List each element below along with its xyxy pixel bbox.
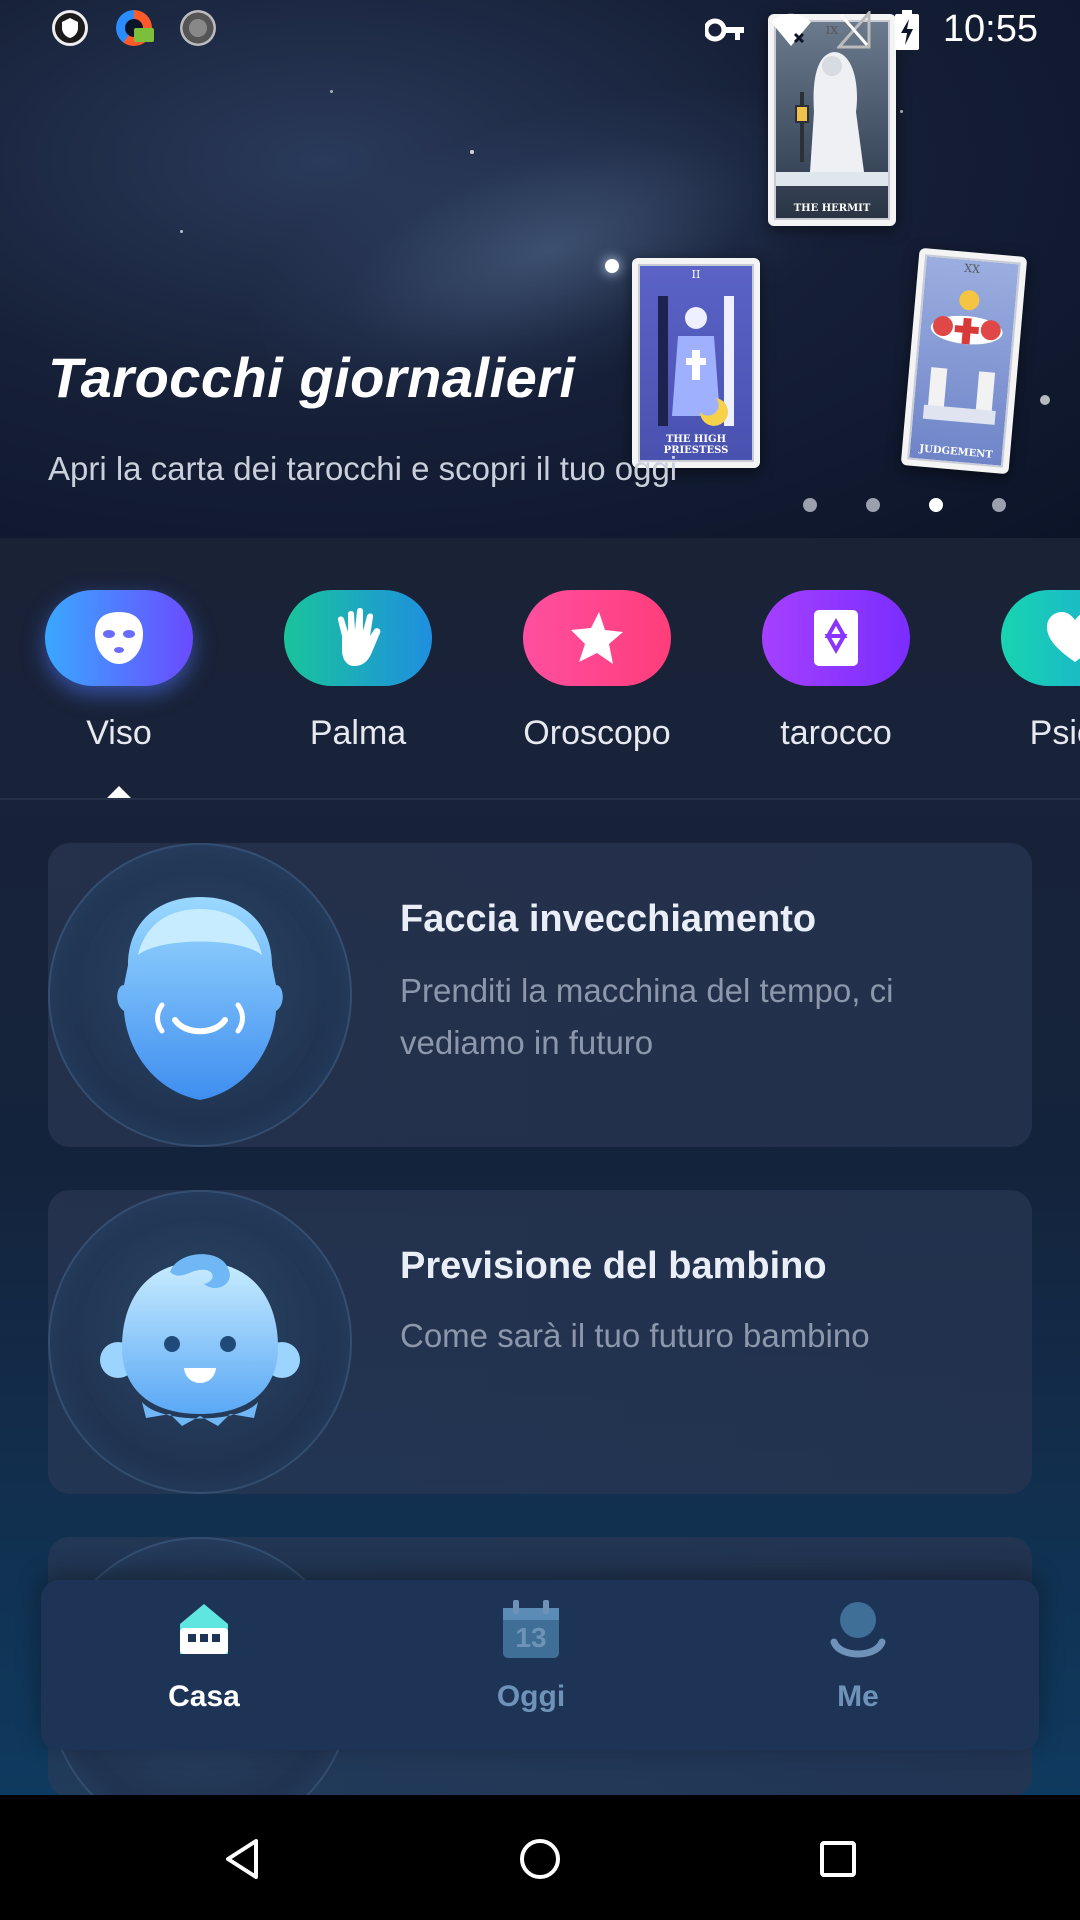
face-mask-icon bbox=[95, 612, 143, 664]
category-tarocco[interactable]: tarocco bbox=[761, 590, 911, 753]
category-psicol[interactable]: Psicol bbox=[1000, 590, 1080, 753]
star-decoration bbox=[900, 110, 903, 113]
hand-icon bbox=[337, 608, 381, 666]
category-palma[interactable]: Palma bbox=[283, 590, 433, 753]
nav-label: Me bbox=[837, 1680, 879, 1713]
category-label: Palma bbox=[309, 714, 407, 752]
banner-title: Tarocchi giornalieri bbox=[48, 346, 576, 409]
feature-baby-avatar bbox=[48, 1190, 352, 1494]
feature-description: Come sarà il tuo futuro bambino bbox=[400, 1317, 870, 1354]
back-icon[interactable] bbox=[218, 1835, 266, 1883]
app-screen: IX THE HERMIT II THE HIGH PRIESTESS XX J… bbox=[0, 0, 1080, 1795]
app-notification-icon bbox=[116, 10, 154, 46]
wifi-off-icon bbox=[770, 13, 811, 46]
home-icon bbox=[180, 1604, 228, 1654]
tarot-banner[interactable]: IX THE HERMIT II THE HIGH PRIESTESS XX J… bbox=[0, 0, 1080, 538]
recents-icon[interactable] bbox=[814, 1835, 862, 1883]
feature-description: Prenditi la macchina del tempo, ci vedia… bbox=[400, 972, 894, 1061]
shield-icon bbox=[52, 10, 88, 46]
star-icon bbox=[571, 612, 623, 664]
card-name: THE HERMIT bbox=[793, 203, 871, 214]
battery-charging-icon bbox=[894, 9, 919, 50]
pager-dot[interactable] bbox=[803, 498, 817, 512]
status-bar: 10:55 bbox=[0, 0, 1080, 64]
loading-icon bbox=[180, 10, 216, 46]
category-viso-pill[interactable] bbox=[45, 590, 193, 686]
nav-oggi[interactable]: 13 Oggi bbox=[431, 1598, 631, 1714]
tarot-card-icon bbox=[814, 610, 858, 666]
pager-dot[interactable] bbox=[866, 498, 880, 512]
star-decoration bbox=[330, 90, 333, 93]
priestess-figure-icon bbox=[658, 296, 734, 426]
category-oroscopo-pill[interactable] bbox=[523, 590, 671, 686]
bottom-navigation: Casa 13 Oggi Me bbox=[41, 1580, 1039, 1750]
category-label: Viso bbox=[86, 714, 152, 752]
category-label: tarocco bbox=[780, 714, 892, 752]
feature-aging-avatar bbox=[48, 843, 352, 1147]
pager-dot-active[interactable] bbox=[929, 498, 943, 512]
tarot-card-high-priestess: II THE HIGH PRIESTESS bbox=[632, 258, 760, 468]
nav-label: Casa bbox=[168, 1680, 240, 1713]
feature-title: Previsione del bambino bbox=[400, 1245, 827, 1287]
nav-label: Oggi bbox=[496, 1680, 566, 1713]
banner-pager bbox=[803, 498, 1006, 512]
selected-tab-indicator bbox=[107, 786, 131, 798]
category-oroscopo[interactable]: Oroscopo bbox=[522, 590, 672, 753]
category-viso[interactable]: Viso bbox=[44, 590, 194, 753]
profile-icon bbox=[830, 1602, 886, 1658]
old-face-icon bbox=[117, 897, 283, 1100]
category-psicol-pill[interactable] bbox=[1001, 590, 1080, 686]
system-navigation-bar bbox=[0, 1795, 1080, 1920]
calendar-day: 13 bbox=[515, 1622, 547, 1653]
category-label: Oroscopo bbox=[523, 714, 671, 752]
feature-title: Faccia invecchiamento bbox=[400, 898, 817, 940]
vpn-key-icon bbox=[704, 18, 744, 41]
tarot-card-judgement: XX JUDGEMENT bbox=[900, 247, 1028, 475]
nav-me[interactable]: Me bbox=[758, 1598, 958, 1714]
judgement-figure-icon bbox=[922, 290, 1003, 425]
star-decoration bbox=[470, 150, 474, 154]
star-decoration bbox=[180, 230, 183, 233]
nav-casa[interactable]: Casa bbox=[104, 1598, 304, 1714]
star-decoration bbox=[1040, 395, 1050, 405]
category-tarocco-pill[interactable] bbox=[762, 590, 910, 686]
category-palma-pill[interactable] bbox=[284, 590, 432, 686]
no-sim-icon bbox=[836, 10, 871, 48]
home-circle-icon[interactable] bbox=[516, 1835, 564, 1883]
heart-icon bbox=[1047, 612, 1080, 662]
star-decoration bbox=[605, 259, 619, 273]
pager-dot[interactable] bbox=[992, 498, 1006, 512]
baby-face-icon bbox=[100, 1254, 300, 1426]
category-tabs: Viso Palma Oroscopo tarocco Psi bbox=[0, 590, 1080, 800]
clock: 10:55 bbox=[942, 8, 1038, 50]
divider bbox=[0, 798, 1080, 800]
banner-subtitle: Apri la carta dei tarocchi e scopri il t… bbox=[48, 450, 678, 487]
category-label: Psicol bbox=[1029, 714, 1080, 752]
